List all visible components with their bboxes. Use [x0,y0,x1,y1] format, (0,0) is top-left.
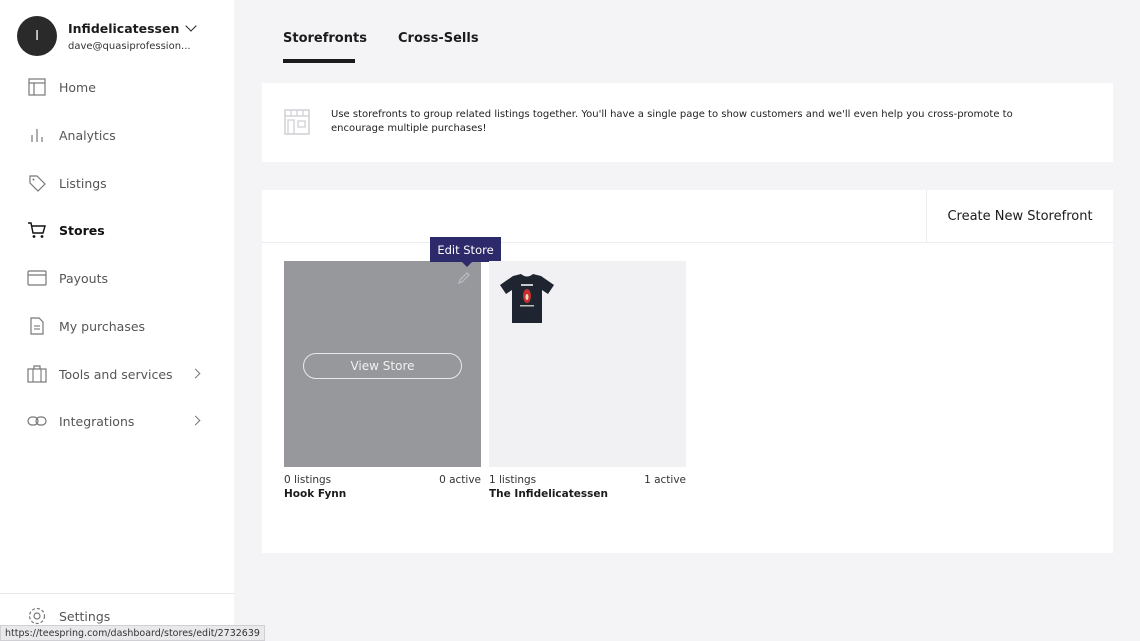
sidebar-item-analytics[interactable]: Analytics [27,123,207,147]
tag-icon [27,173,47,193]
sidebar-item-payouts[interactable]: Payouts [27,266,207,290]
store-tile-hook-fynn[interactable]: View Store [284,261,481,467]
tshirt-thumbnail [499,273,555,329]
sidebar-item-label: Analytics [59,127,116,143]
account-email: dave@quasiprofession... [68,40,191,52]
storefront-info-text: Use storefronts to group related listing… [331,109,1013,134]
sidebar-item-label: Integrations [59,413,135,429]
account-name: Infidelicatessen [68,20,198,36]
store-name[interactable]: Hook Fynn [284,488,346,500]
toolbox-icon [27,364,47,384]
chevron-right-icon [190,368,201,379]
store-meta: 1 listings 1 active [489,474,686,486]
sidebar-item-integrations[interactable]: Integrations [27,409,207,433]
sidebar-item-stores[interactable]: Stores [27,218,207,242]
storefront-info-card: Use storefronts to group related listing… [262,83,1113,162]
storefront-building-icon [284,109,310,139]
sidebar-item-label: Home [59,79,96,95]
account-switcher[interactable]: I Infidelicatessen dave@quasiprofession.… [17,16,198,56]
sidebar-item-label: Payouts [59,270,109,286]
store-meta: 0 listings 0 active [284,474,481,486]
active-count: 0 active [439,474,481,486]
store-name[interactable]: The Infidelicatessen [489,488,608,500]
sidebar-item-my-purchases[interactable]: My purchases [27,314,207,338]
link-icon [27,411,47,431]
status-bar-url: https://teespring.com/dashboard/stores/e… [0,625,265,641]
sidebar-item-label: Stores [59,222,105,238]
credit-card-icon [27,268,47,288]
sidebar-item-label: Listings [59,175,107,191]
chevron-down-icon [185,20,198,32]
sidebar-item-label: Settings [59,608,111,624]
home-layout-icon [27,77,47,97]
listing-count: 1 listings [489,474,537,486]
view-store-button[interactable]: View Store [303,353,462,379]
listing-count: 0 listings [284,474,332,486]
bar-chart-icon [27,125,47,145]
avatar: I [17,16,57,56]
divider [0,593,234,594]
sidebar: I Infidelicatessen dave@quasiprofession.… [0,0,234,641]
document-icon [27,316,47,336]
storefronts-panel: Create New Storefront View Store Edit St… [262,190,1113,553]
pencil-edit-icon[interactable] [457,270,471,289]
sidebar-item-tools-and-services[interactable]: Tools and services [27,362,207,386]
edit-store-tooltip: Edit Store [430,237,501,262]
tooltip-arrow [462,262,472,267]
gear-icon [27,606,47,626]
create-new-storefront-button[interactable]: Create New Storefront [926,190,1113,242]
sidebar-item-label: Tools and services [59,366,173,382]
sidebar-item-home[interactable]: Home [27,75,207,99]
chevron-right-icon [190,415,201,426]
cart-icon [27,220,47,240]
tab-cross-sells[interactable]: Cross-Sells [398,31,479,46]
sidebar-item-label: My purchases [59,318,146,334]
tab-storefronts[interactable]: Storefronts [283,31,367,46]
sidebar-item-listings[interactable]: Listings [27,171,207,195]
divider [262,242,1113,243]
store-tile-the-infidelicatessen[interactable] [489,261,686,467]
active-count: 1 active [644,474,686,486]
active-tab-indicator [283,59,355,63]
